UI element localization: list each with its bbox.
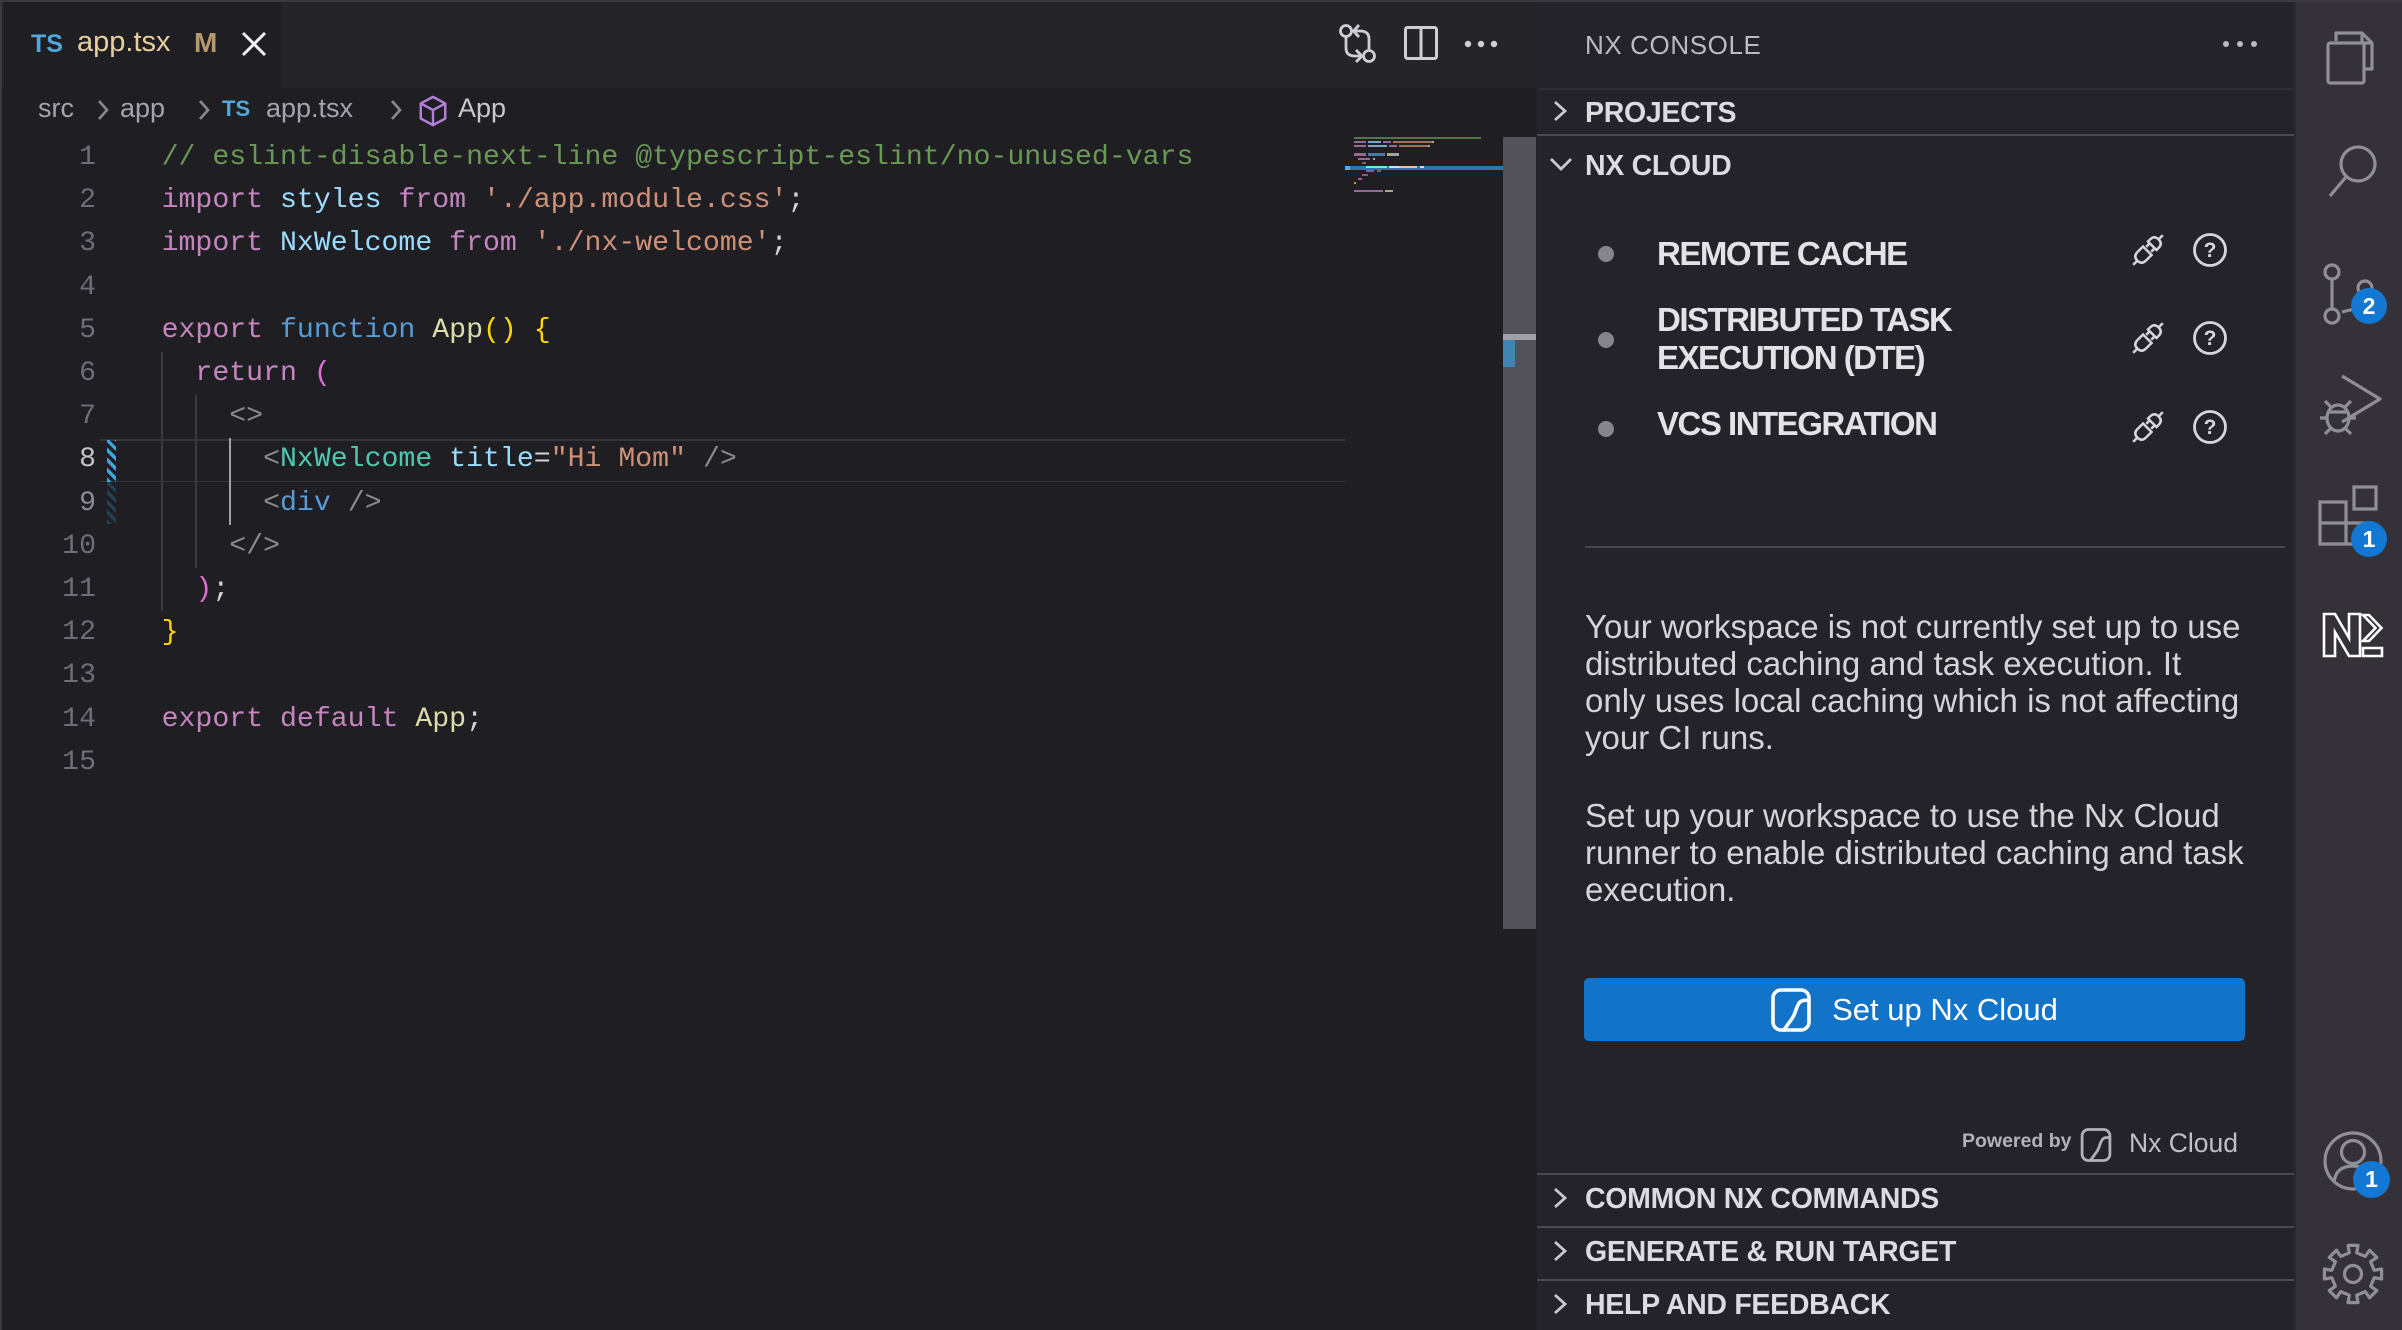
svg-text:?: ? [2204, 416, 2217, 439]
svg-text:?: ? [2204, 239, 2217, 262]
svg-text:?: ? [2204, 327, 2217, 350]
